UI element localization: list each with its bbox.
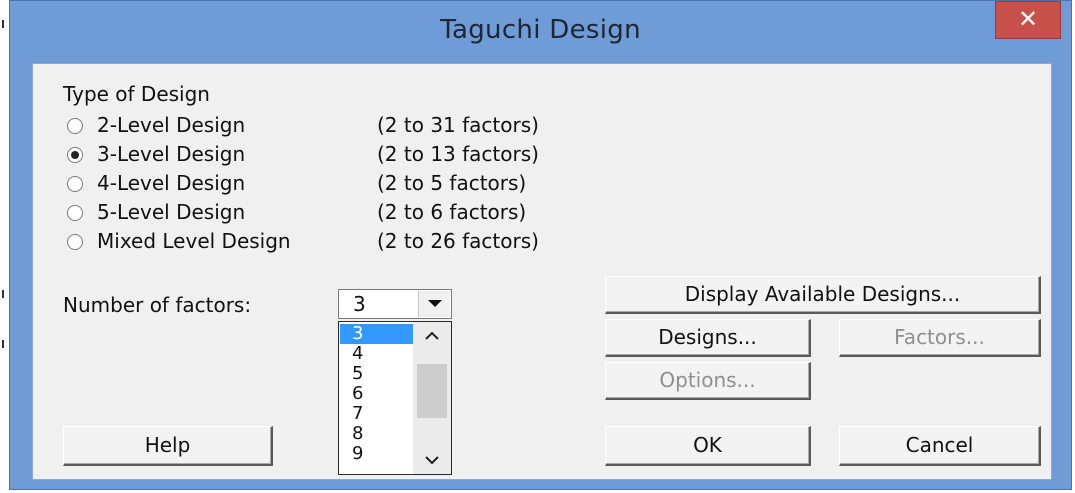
radio-2-level[interactable] <box>67 118 83 134</box>
list-item[interactable]: 9 <box>340 444 414 464</box>
list-item[interactable]: 7 <box>340 404 414 424</box>
chevron-up-icon <box>425 331 439 340</box>
display-available-designs-button[interactable]: Display Available Designs... <box>605 276 1041 314</box>
scroll-thumb[interactable] <box>417 364 447 418</box>
edge-tick <box>2 340 4 348</box>
scroll-down-button[interactable] <box>413 446 451 474</box>
options-button[interactable]: Options... <box>605 362 811 400</box>
option-label-mixed-level[interactable]: Mixed Level Design <box>97 229 291 253</box>
title-bar[interactable]: Taguchi Design ✕ <box>10 1 1071 61</box>
number-of-factors-label: Number of factors: <box>63 293 252 317</box>
factors-button[interactable]: Factors... <box>839 319 1041 357</box>
number-of-factors-value: 3 <box>353 292 366 316</box>
list-item[interactable]: 8 <box>340 424 414 444</box>
chevron-down-icon <box>425 456 439 465</box>
type-of-design-heading: Type of Design <box>63 82 210 106</box>
number-of-factors-combo[interactable]: 3 <box>338 289 452 319</box>
option-label-3-level[interactable]: 3-Level Design <box>97 142 245 166</box>
option-label-2-level[interactable]: 2-Level Design <box>97 113 245 137</box>
radio-5-level[interactable] <box>67 205 83 221</box>
help-button[interactable]: Help <box>63 426 273 466</box>
cancel-button[interactable]: Cancel <box>839 426 1041 466</box>
list-item[interactable]: 3 <box>340 324 414 344</box>
triangle-down-icon <box>428 300 442 307</box>
taguchi-design-dialog: Taguchi Design ✕ Type of Design 2-Level … <box>9 0 1072 490</box>
radio-4-level[interactable] <box>67 176 83 192</box>
radio-mixed-level[interactable] <box>67 234 83 250</box>
option-range-2-level: (2 to 31 factors) <box>377 113 539 137</box>
dropdown-scrollbar[interactable] <box>413 322 451 474</box>
list-item[interactable]: 4 <box>340 344 414 364</box>
edge-tick <box>2 290 4 298</box>
option-label-4-level[interactable]: 4-Level Design <box>97 171 245 195</box>
list-item[interactable]: 5 <box>340 364 414 384</box>
option-label-5-level[interactable]: 5-Level Design <box>97 200 245 224</box>
designs-button[interactable]: Designs... <box>605 319 811 357</box>
ok-button[interactable]: OK <box>605 426 811 466</box>
close-icon: ✕ <box>1017 5 1039 33</box>
option-range-5-level: (2 to 6 factors) <box>377 200 527 224</box>
option-range-4-level: (2 to 5 factors) <box>377 171 527 195</box>
dialog-title: Taguchi Design <box>440 15 641 45</box>
dialog-body: Type of Design 2-Level Design (2 to 31 f… <box>32 63 1052 480</box>
scroll-up-button[interactable] <box>413 322 451 350</box>
option-range-3-level: (2 to 13 factors) <box>377 142 539 166</box>
radio-3-level[interactable] <box>67 147 83 163</box>
combo-dropdown-button[interactable] <box>418 291 450 317</box>
factors-dropdown-list[interactable]: 3 4 5 6 7 8 9 <box>338 321 452 475</box>
edge-tick <box>2 20 4 28</box>
close-button[interactable]: ✕ <box>995 1 1061 39</box>
option-range-mixed-level: (2 to 26 factors) <box>377 229 539 253</box>
list-item[interactable]: 6 <box>340 384 414 404</box>
background-window-edge <box>0 0 9 493</box>
